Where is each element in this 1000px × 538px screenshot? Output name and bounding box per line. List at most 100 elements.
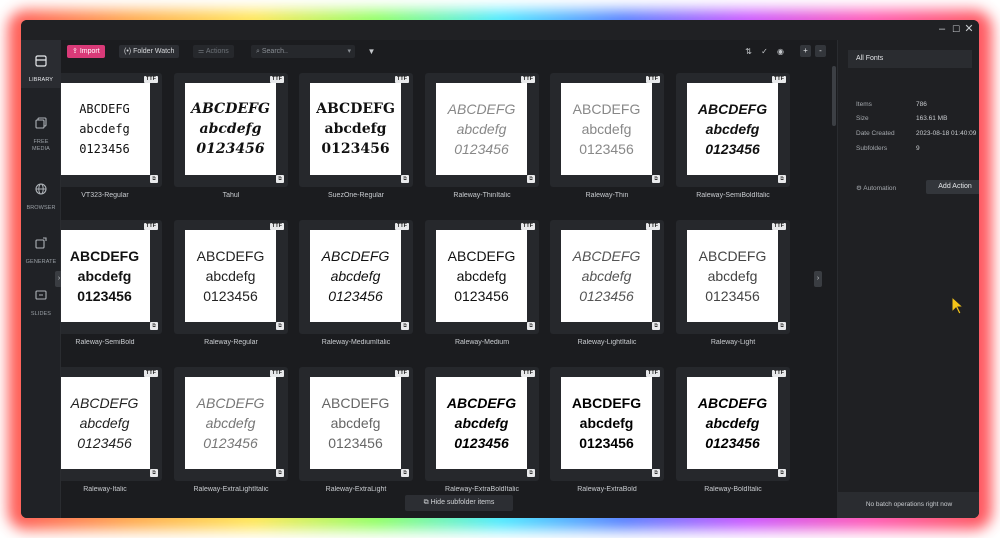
preview-line: abcdefg [707,268,758,284]
preview-line: abcdefg [205,415,256,431]
font-card[interactable]: ABCDEFG abcdefg 0123456 TTF ⧉ [676,220,790,334]
library-icon [35,55,47,67]
sort-icon[interactable]: ⇅ [743,46,754,57]
batch-status: No batch operations right now [838,492,979,518]
font-card[interactable]: ABCDEFG abcdefg 0123456 TTF ⧉ [676,73,790,187]
font-preview: ABCDEFG abcdefg 0123456 [310,230,401,322]
font-name-label: Raleway-MediumItalic [321,339,391,346]
font-card[interactable]: ABCDEFG abcdefg 0123456 TTF ⧉ [550,73,664,187]
file-type-badge: TTF [520,223,535,230]
hide-subfolder-button[interactable]: ⧉ Hide subfolder items [405,495,513,511]
font-name-label: Raleway-ExtraBold [577,486,637,493]
sidebar-item-generate[interactable]: GENERATE [21,224,61,265]
file-type-badge: TTF [269,76,284,83]
copy-icon[interactable]: ⧉ [527,469,535,477]
copy-icon[interactable]: ⧉ [527,322,535,330]
font-card[interactable]: ABCDEFG abcdefg 0123456 TTF ⧉ [299,220,413,334]
font-name-label: Raleway-BoldItalic [704,486,762,493]
font-name-label: Raleway-ExtraLight [325,486,387,493]
preview-line: ABCDEFG [316,101,395,117]
zoom-out-button[interactable]: - [815,45,826,57]
file-type-badge: TTF [645,370,660,377]
file-type-badge: TTF [269,370,284,377]
copy-icon[interactable]: ⧉ [276,469,284,477]
import-button[interactable]: ⇪ Import [67,45,105,58]
panel-expand-handle[interactable]: › [814,271,822,287]
copy-icon[interactable]: ⧉ [778,175,786,183]
copy-icon[interactable]: ⧉ [652,175,660,183]
font-grid: ABCDEFG abcdefg 0123456 TTF ⧉ VT323-Regular AB… [61,64,837,518]
preview-line: 0123456 [328,435,383,451]
grid-scrollbar[interactable] [832,66,836,126]
font-card[interactable]: ABCDEFG abcdefg 0123456 TTF ⧉ [550,367,664,481]
font-preview: ABCDEFG abcdefg 0123456 [185,83,276,175]
font-card[interactable]: ABCDEFG abcdefg 0123456 TTF ⧉ [61,220,162,334]
copy-icon[interactable]: ⧉ [652,469,660,477]
minimize-button[interactable]: – [936,23,948,36]
font-card[interactable]: ABCDEFG abcdefg 0123456 TTF ⧉ [425,220,539,334]
preview-line: 0123456 [579,435,634,451]
copy-icon[interactable]: ⧉ [150,322,158,330]
actions-button[interactable]: ⚌ Actions [193,45,234,58]
preview-line: ABCDEFG [572,101,641,117]
sidebar-item-free-media[interactable]: FREE MEDIA [21,102,61,152]
file-type-badge: TTF [520,370,535,377]
font-name-label: Raleway-LightItalic [577,339,637,346]
add-action-button[interactable]: Add Action [926,180,979,194]
font-preview: ABCDEFG abcdefg 0123456 [436,83,527,175]
font-card[interactable]: ABCDEFG abcdefg 0123456 TTF ⧉ [550,220,664,334]
font-card[interactable]: ABCDEFG abcdefg 0123456 TTF ⧉ [61,73,162,187]
font-card[interactable]: ABCDEFG abcdefg 0123456 TTF ⧉ [174,220,288,334]
folder-icon: ⧉ [423,499,431,506]
copy-icon[interactable]: ⧉ [276,322,284,330]
copy-icon[interactable]: ⧉ [527,175,535,183]
preview-line: abcdefg [456,268,507,284]
eye-icon[interactable]: ◉ [775,46,786,57]
folder-watch-button[interactable]: (•) Folder Watch [119,45,180,58]
filter-icon[interactable]: ▼ [366,46,377,57]
preview-line: abcdefg [79,122,130,136]
copy-icon[interactable]: ⧉ [150,469,158,477]
font-card[interactable]: ABCDEFG abcdefg 0123456 TTF ⧉ [174,73,288,187]
font-name-label: Raleway-Thin [585,192,629,199]
zoom-in-button[interactable]: + [800,45,811,57]
font-card[interactable]: ABCDEFG abcdefg 0123456 TTF ⧉ [425,367,539,481]
font-card[interactable]: ABCDEFG abcdefg 0123456 TTF ⧉ [299,73,413,187]
copy-icon[interactable]: ⧉ [401,469,409,477]
preview-line: ABCDEFG [191,101,270,117]
copy-icon[interactable]: ⧉ [778,469,786,477]
copy-icon[interactable]: ⧉ [401,322,409,330]
sidebar-item-browser[interactable]: BROWSER [21,170,61,211]
copy-icon[interactable]: ⧉ [652,322,660,330]
search-input[interactable]: ⌕ Search.. ▾ [251,45,355,58]
chevron-down-icon[interactable]: ▾ [347,45,351,58]
font-card[interactable]: ABCDEFG abcdefg 0123456 TTF ⧉ [676,367,790,481]
font-preview: ABCDEFG abcdefg 0123456 [310,377,401,469]
font-card[interactable]: ABCDEFG abcdefg 0123456 TTF ⧉ [174,367,288,481]
font-preview: ABCDEFG abcdefg 0123456 [687,83,778,175]
copy-icon[interactable]: ⧉ [401,175,409,183]
font-name-label: Tahul [222,192,240,199]
check-all-icon[interactable]: ✓ [759,46,770,57]
sidebar-item-library[interactable]: LIBRARY [21,40,61,88]
copy-icon[interactable]: ⧉ [150,175,158,183]
preview-line: ABCDEFG [70,395,139,411]
copy-icon[interactable]: ⧉ [276,175,284,183]
font-name-label: Raleway-Italic [83,486,127,493]
preview-line: 0123456 [328,288,383,304]
file-type-badge: TTF [394,370,409,377]
font-preview: ABCDEFG abcdefg 0123456 [185,377,276,469]
preview-line: ABCDEFG [697,395,768,411]
font-card[interactable]: ABCDEFG abcdefg 0123456 TTF ⧉ [61,367,162,481]
font-card[interactable]: ABCDEFG abcdefg 0123456 TTF ⧉ [299,367,413,481]
font-preview: ABCDEFG abcdefg 0123456 [687,377,778,469]
preview-line: 0123456 [705,141,760,157]
sidebar-item-label: FREE MEDIA [32,139,50,152]
font-card[interactable]: ABCDEFG abcdefg 0123456 TTF ⧉ [425,73,539,187]
copy-icon[interactable]: ⧉ [778,322,786,330]
sliders-icon: ⚌ [198,48,206,55]
maximize-button[interactable]: ☐ [950,23,962,36]
preview-line: ABCDEFG [196,395,265,411]
close-button[interactable]: ✕ [963,23,975,36]
info-row-date: Date Created 2023-08-18 01:40:09 [856,130,977,137]
